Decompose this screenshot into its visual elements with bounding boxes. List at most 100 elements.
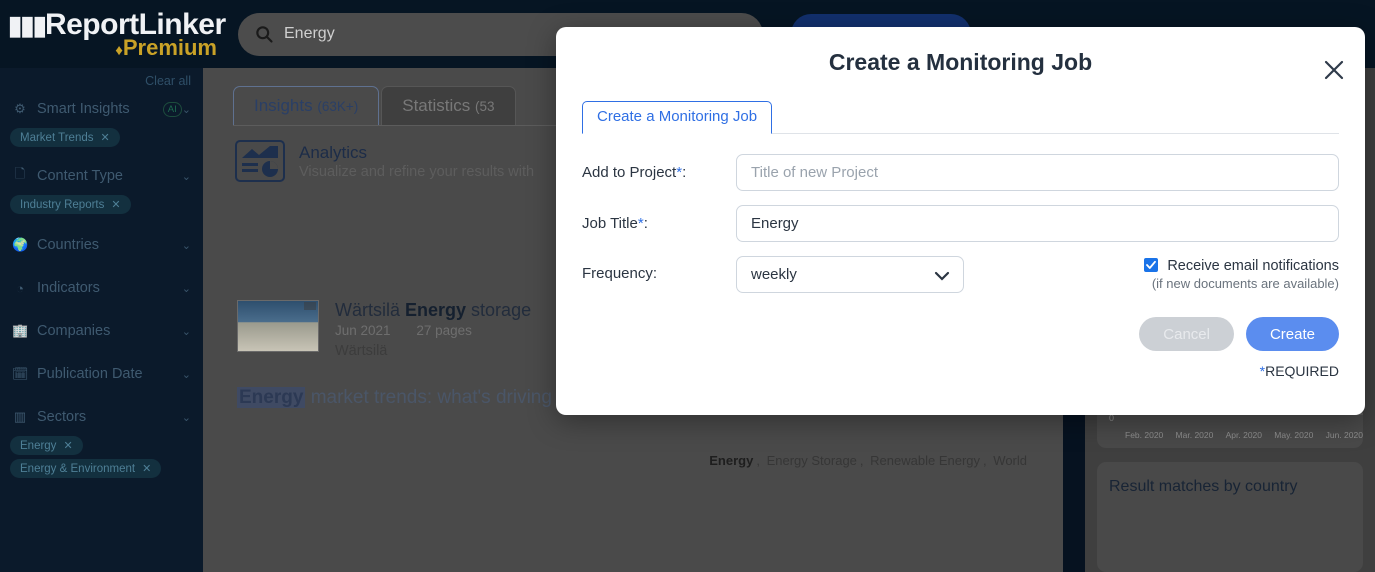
close-icon-svg bbox=[1324, 60, 1344, 80]
sidebar-item-label: Content Type bbox=[37, 168, 123, 184]
sidebar-item-countries[interactable]: 🌍 Countries ⌄ bbox=[0, 228, 203, 262]
project-field-label: Add to Project*: bbox=[582, 164, 736, 181]
sidebar-item-publication-date[interactable]: 🗓 Publication Date ⌄ bbox=[0, 357, 203, 391]
filter-chip-industry-reports[interactable]: Industry Reports ✕ bbox=[10, 195, 131, 214]
tag-sep: , bbox=[983, 453, 987, 468]
sidebar-item-indicators[interactable]: ◔ Indicators ⌄ bbox=[0, 271, 203, 305]
chevron-down-icon: ⌄ bbox=[181, 170, 191, 183]
tag-energy[interactable]: Energy bbox=[709, 453, 753, 468]
project-input[interactable] bbox=[736, 154, 1339, 191]
sidebar-item-label: Smart Insights bbox=[37, 101, 130, 117]
filters-sidebar: Clear all ⚙ Smart Insights AI ⌄ Market T… bbox=[0, 68, 203, 572]
close-icon[interactable]: ✕ bbox=[111, 198, 120, 211]
email-notifications-checkbox[interactable] bbox=[1144, 258, 1159, 272]
x-tick-jun: Jun. 2020 bbox=[1325, 430, 1363, 440]
tab-statistics[interactable]: Statistics (53 bbox=[381, 86, 516, 125]
bars-icon: ▥ bbox=[13, 409, 27, 424]
close-icon[interactable]: ✕ bbox=[101, 131, 110, 144]
tab-statistics-count: (53 bbox=[475, 99, 495, 114]
result-date: Jun 2021 bbox=[335, 323, 391, 338]
analytics-chart-icon bbox=[235, 140, 285, 182]
tab-insights[interactable]: Insights (63K+) bbox=[233, 86, 380, 125]
frequency-select-wrapper: dailyweeklymonthly bbox=[736, 256, 964, 293]
sidebar-item-companies[interactable]: 🏢 Companies ⌄ bbox=[0, 314, 203, 348]
email-notification-row[interactable]: Receive email notifications bbox=[1144, 258, 1339, 274]
x-tick-mar: Mar. 2020 bbox=[1175, 430, 1214, 440]
sidebar-item-label: Sectors bbox=[37, 409, 87, 425]
tab-create-monitoring-job[interactable]: Create a Monitoring Job bbox=[582, 101, 773, 134]
create-monitoring-job-modal: Create a Monitoring Job Create a Monitor… bbox=[556, 27, 1365, 415]
premium-text: Premium bbox=[122, 34, 217, 60]
sidebar-item-label: Publication Date bbox=[37, 366, 143, 382]
required-note-text: REQUIRED bbox=[1265, 363, 1339, 379]
chevron-down-icon: ⌄ bbox=[181, 282, 191, 295]
chip-label: Energy & Environment bbox=[20, 462, 136, 475]
result-thumbnail bbox=[237, 300, 319, 352]
modal-title: Create a Monitoring Job bbox=[828, 49, 1093, 75]
close-icon[interactable] bbox=[1321, 57, 1347, 83]
result-meta: Jun 2021 27 pages bbox=[335, 323, 531, 338]
search-icon bbox=[256, 26, 273, 43]
job-title-field-label: Job Title*: bbox=[582, 215, 736, 232]
chevron-down-icon: ⌄ bbox=[181, 325, 191, 338]
x-tick-feb: Feb. 2020 bbox=[1125, 430, 1164, 440]
insight-tags: Energy, Energy Storage, Renewable Energy… bbox=[203, 409, 1075, 468]
headline-mid: market trends: what's driving the bbox=[305, 387, 589, 408]
app-root: ▮▮▮ReportLinker ♦Premium Energy ⊕ Create… bbox=[0, 0, 1375, 572]
close-icon[interactable]: ✕ bbox=[63, 439, 72, 452]
email-notifications-label: Receive email notifications bbox=[1167, 258, 1339, 274]
tab-insights-count: (63K+) bbox=[317, 99, 359, 114]
building-icon: 🏢 bbox=[12, 323, 29, 338]
close-icon[interactable]: ✕ bbox=[142, 462, 151, 475]
document-icon: 🗋 bbox=[14, 166, 26, 181]
cancel-button[interactable]: Cancel bbox=[1139, 317, 1234, 351]
tag-renewable-energy[interactable]: Renewable Energy bbox=[870, 453, 980, 468]
clear-all-button[interactable]: Clear all bbox=[0, 74, 203, 92]
monitoring-job-form: Add to Project*: Job Title*: Frequency: … bbox=[556, 134, 1365, 293]
gear-icon: ⚙ bbox=[14, 101, 26, 116]
sidebar-item-label: Countries bbox=[37, 237, 100, 253]
frequency-label: Frequency: bbox=[582, 265, 658, 282]
filter-chip-energy[interactable]: Energy ✕ bbox=[10, 436, 83, 455]
chevron-down-icon: ⌄ bbox=[181, 103, 191, 116]
modal-actions: Cancel Create bbox=[556, 293, 1365, 351]
label-colon: : bbox=[682, 164, 687, 181]
job-title-label-text: Job Title bbox=[582, 215, 638, 232]
tag-sep: , bbox=[859, 453, 864, 468]
reportlinker-logo[interactable]: ▮▮▮ReportLinker ♦Premium bbox=[0, 9, 226, 60]
gem-icon: ♦ bbox=[115, 41, 123, 59]
filter-chip-market-trends[interactable]: Market Trends ✕ bbox=[10, 128, 120, 147]
create-button[interactable]: Create bbox=[1245, 317, 1339, 351]
sidebar-item-label: Indicators bbox=[37, 280, 100, 296]
gauge-icon: ◔ bbox=[16, 280, 24, 296]
modal-tabs: Create a Monitoring Job bbox=[582, 101, 1339, 134]
sidebar-item-smart-insights[interactable]: ⚙ Smart Insights AI ⌄ bbox=[0, 92, 203, 126]
result-title[interactable]: Wärtsilä Energy storage bbox=[335, 300, 531, 321]
project-label-text: Add to Project bbox=[582, 164, 677, 181]
chip-label: Industry Reports bbox=[20, 198, 105, 211]
analytics-title: Analytics bbox=[299, 142, 368, 162]
analytics-subtitle: Visualize and refine your results with bbox=[299, 163, 535, 180]
label-colon: : bbox=[643, 215, 648, 232]
sidebar-item-sectors[interactable]: ▥ Sectors ⌄ bbox=[0, 400, 203, 434]
required-note: *REQUIRED bbox=[556, 351, 1365, 379]
chart-x-axis-labels: Feb. 2020 Mar. 2020 Apr. 2020 May. 2020 … bbox=[1125, 430, 1363, 440]
logo-bars-icon: ▮▮▮ bbox=[8, 9, 47, 40]
country-card-title: Result matches by country bbox=[1109, 478, 1298, 495]
result-pages: 27 pages bbox=[416, 323, 472, 338]
analytics-text: Analytics Visualize and refine your resu… bbox=[299, 143, 534, 180]
search-input[interactable]: Energy bbox=[284, 25, 335, 43]
email-notification-block: Receive email notifications (if new docu… bbox=[1144, 256, 1339, 291]
result-text: Wärtsilä Energy storage Jun 2021 27 page… bbox=[335, 300, 531, 359]
tag-energy-storage[interactable]: Energy Storage bbox=[767, 453, 857, 468]
frequency-select[interactable]: dailyweeklymonthly bbox=[736, 256, 964, 293]
tag-world[interactable]: World bbox=[993, 453, 1027, 468]
job-title-input[interactable] bbox=[736, 205, 1339, 242]
filter-chip-energy-environment[interactable]: Energy & Environment ✕ bbox=[10, 459, 162, 478]
sidebar-item-content-type[interactable]: 🗋 Content Type ⌄ bbox=[0, 159, 203, 193]
tag-sep: , bbox=[756, 453, 760, 468]
x-tick-may: May. 2020 bbox=[1274, 430, 1314, 440]
headline-highlight-1: Energy bbox=[237, 387, 306, 408]
project-field-row: Add to Project*: bbox=[582, 154, 1339, 191]
result-title-prefix: Wärtsilä bbox=[335, 300, 406, 320]
